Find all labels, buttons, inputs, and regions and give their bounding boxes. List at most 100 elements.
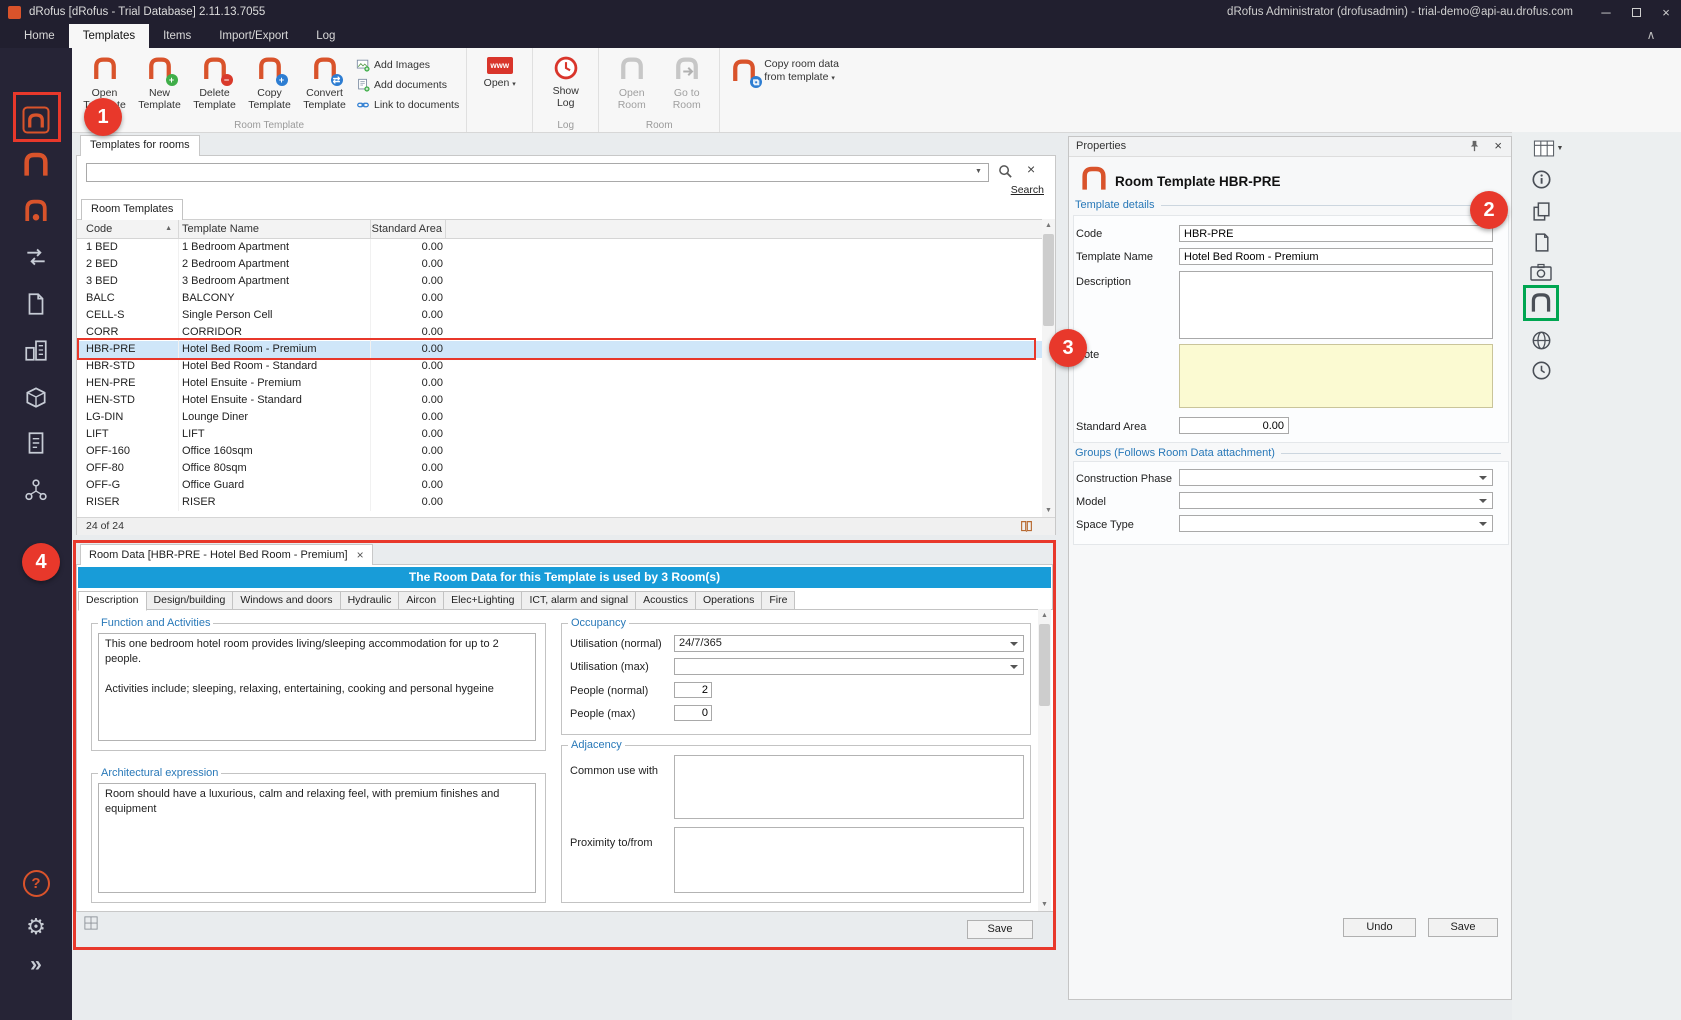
documents-panel-icon[interactable] — [1526, 228, 1556, 256]
column-header-area[interactable]: Standard Area — [371, 220, 446, 238]
settings-button[interactable]: ⚙ — [19, 910, 53, 944]
sidebar-item-buildings[interactable] — [19, 333, 53, 367]
room-data-tab[interactable]: Operations — [695, 591, 762, 610]
menu-tab[interactable]: Items — [149, 24, 205, 48]
web-panel-icon[interactable] — [1526, 326, 1556, 354]
link-to-documents-button[interactable]: Link to documents — [356, 95, 459, 115]
room-data-tab[interactable]: Aircon — [398, 591, 444, 610]
images-panel-icon[interactable] — [1526, 258, 1556, 286]
column-header-code[interactable]: Code ▲ — [77, 220, 179, 238]
show-log-button[interactable]: ShowLog — [539, 51, 592, 119]
scroll-up-icon[interactable]: ▲ — [1042, 219, 1055, 232]
scroll-down-icon[interactable]: ▼ — [1042, 504, 1055, 517]
delete-template-button[interactable]: − DeleteTemplate — [188, 51, 241, 119]
close-room-data-tab-icon[interactable]: × — [357, 546, 364, 565]
table-row[interactable]: HEN-STD Hotel Ensuite - Standard 0.00 — [77, 392, 1045, 409]
room-data-scrollbar[interactable]: ▲ ▼ — [1038, 609, 1051, 911]
table-scrollbar[interactable]: ▲ ▼ — [1042, 219, 1055, 517]
room-data-tab[interactable]: Design/building — [146, 591, 234, 610]
sidebar-item-room-templates[interactable] — [19, 148, 53, 182]
new-template-button[interactable]: + NewTemplate — [133, 51, 186, 119]
close-button[interactable]: × — [1651, 0, 1681, 24]
table-row[interactable]: 1 BED 1 Bedroom Apartment 0.00 — [77, 239, 1045, 256]
log-panel-icon[interactable] — [1526, 356, 1556, 384]
maximize-button[interactable] — [1621, 0, 1651, 24]
scrollbar-thumb[interactable] — [1039, 624, 1050, 706]
sidebar-item-rooms[interactable] — [19, 103, 53, 137]
add-documents-button[interactable]: Add documents — [356, 75, 459, 95]
menu-tab[interactable]: Templates — [69, 24, 149, 48]
search-input[interactable] — [86, 163, 989, 182]
column-header-name[interactable]: Template Name — [179, 220, 371, 238]
table-row[interactable]: BALC BALCONY 0.00 — [77, 290, 1045, 307]
expand-sidebar-button[interactable]: » — [19, 948, 53, 982]
table-row[interactable]: LG-DIN Lounge Diner 0.00 — [77, 409, 1045, 426]
open-room-button[interactable]: OpenRoom — [605, 51, 658, 119]
undo-button[interactable]: Undo — [1343, 918, 1416, 937]
www-open-button[interactable]: www Open ▾ — [473, 51, 526, 119]
search-dropdown-caret-icon[interactable]: ▼ — [975, 168, 982, 175]
construction-phase-select[interactable] — [1179, 469, 1493, 486]
tab-room-templates[interactable]: Room Templates — [81, 199, 183, 220]
room-data-tab[interactable]: ICT, alarm and signal — [521, 591, 636, 610]
table-row[interactable]: HBR-STD Hotel Bed Room - Standard 0.00 — [77, 358, 1045, 375]
room-data-tab[interactable]: Elec+Lighting — [443, 591, 522, 610]
table-row[interactable]: OFF-160 Office 160sqm 0.00 — [77, 443, 1045, 460]
common-use-textarea[interactable] — [674, 755, 1024, 819]
collapse-ribbon-icon[interactable]: ∧ — [1639, 24, 1663, 48]
table-row[interactable]: RISER RISER 0.00 — [77, 494, 1045, 511]
sidebar-item-transfer[interactable] — [19, 240, 53, 274]
search-icon[interactable] — [998, 164, 1013, 179]
clear-search-icon[interactable]: × — [1027, 161, 1035, 177]
standard-area-input[interactable] — [1179, 417, 1289, 434]
search-link[interactable]: Search — [982, 184, 1044, 196]
copy-data-panel-icon[interactable] — [1526, 197, 1556, 225]
table-header[interactable]: Code ▲ Template Name Standard Area — [77, 219, 1045, 239]
room-data-save-button[interactable]: Save — [967, 920, 1033, 939]
proximity-textarea[interactable] — [674, 827, 1024, 893]
report-icon[interactable] — [1020, 520, 1033, 533]
table-row[interactable]: 3 BED 3 Bedroom Apartment 0.00 — [77, 273, 1045, 290]
code-input[interactable] — [1179, 225, 1493, 242]
room-data-tab[interactable]: Description — [78, 591, 147, 611]
copy-template-button[interactable]: + CopyTemplate — [243, 51, 296, 119]
close-properties-icon[interactable]: × — [1494, 138, 1502, 153]
table-row[interactable]: HBR-PRE Hotel Bed Room - Premium 0.00 — [77, 341, 1045, 358]
people-normal-input[interactable] — [674, 682, 712, 698]
pin-icon[interactable] — [1468, 140, 1481, 153]
room-data-tab[interactable]: Acoustics — [635, 591, 696, 610]
choose-columns-icon[interactable]: ▼ — [1526, 134, 1570, 162]
copy-room-data-button[interactable]: ⧉ Copy room datafrom template ▾ — [725, 50, 843, 92]
space-type-select[interactable] — [1179, 515, 1493, 532]
table-row[interactable]: HEN-PRE Hotel Ensuite - Premium 0.00 — [77, 375, 1045, 392]
room-template-panel-icon[interactable] — [1526, 289, 1556, 317]
room-data-tab[interactable]: Hydraulic — [340, 591, 400, 610]
add-images-button[interactable]: Add Images — [356, 55, 459, 75]
table-row[interactable]: CORR CORRIDOR 0.00 — [77, 324, 1045, 341]
sidebar-item-items[interactable] — [19, 194, 53, 228]
template-name-input[interactable] — [1179, 248, 1493, 265]
grid-view-toggle-icon[interactable] — [84, 916, 98, 930]
properties-save-button[interactable]: Save — [1428, 918, 1498, 937]
sidebar-item-documents[interactable] — [19, 287, 53, 321]
table-row[interactable]: OFF-80 Office 80sqm 0.00 — [77, 460, 1045, 477]
utilisation-max-select[interactable] — [674, 658, 1024, 675]
table-row[interactable]: CELL-S Single Person Cell 0.00 — [77, 307, 1045, 324]
sidebar-item-organization[interactable] — [19, 473, 53, 507]
description-textarea[interactable] — [1179, 271, 1493, 339]
people-max-input[interactable] — [674, 705, 712, 721]
convert-template-button[interactable]: ⇄ ConvertTemplate — [298, 51, 351, 119]
model-select[interactable] — [1179, 492, 1493, 509]
menu-tab[interactable]: Home — [10, 24, 69, 48]
room-data-tab[interactable]: Fire — [761, 591, 795, 610]
go-to-room-button[interactable]: Go toRoom — [660, 51, 713, 119]
architectural-expression-textarea[interactable]: Room should have a luxurious, calm and r… — [98, 783, 536, 893]
room-data-tab[interactable]: Windows and doors — [232, 591, 340, 610]
scrollbar-thumb[interactable] — [1043, 234, 1054, 326]
note-textarea[interactable] — [1179, 344, 1493, 408]
menu-tab[interactable]: Log — [302, 24, 349, 48]
table-row[interactable]: OFF-G Office Guard 0.00 — [77, 477, 1045, 494]
menu-tab[interactable]: Import/Export — [205, 24, 302, 48]
table-row[interactable]: LIFT LIFT 0.00 — [77, 426, 1045, 443]
tab-room-data[interactable]: Room Data [HBR-PRE - Hotel Bed Room - Pr… — [80, 544, 373, 565]
